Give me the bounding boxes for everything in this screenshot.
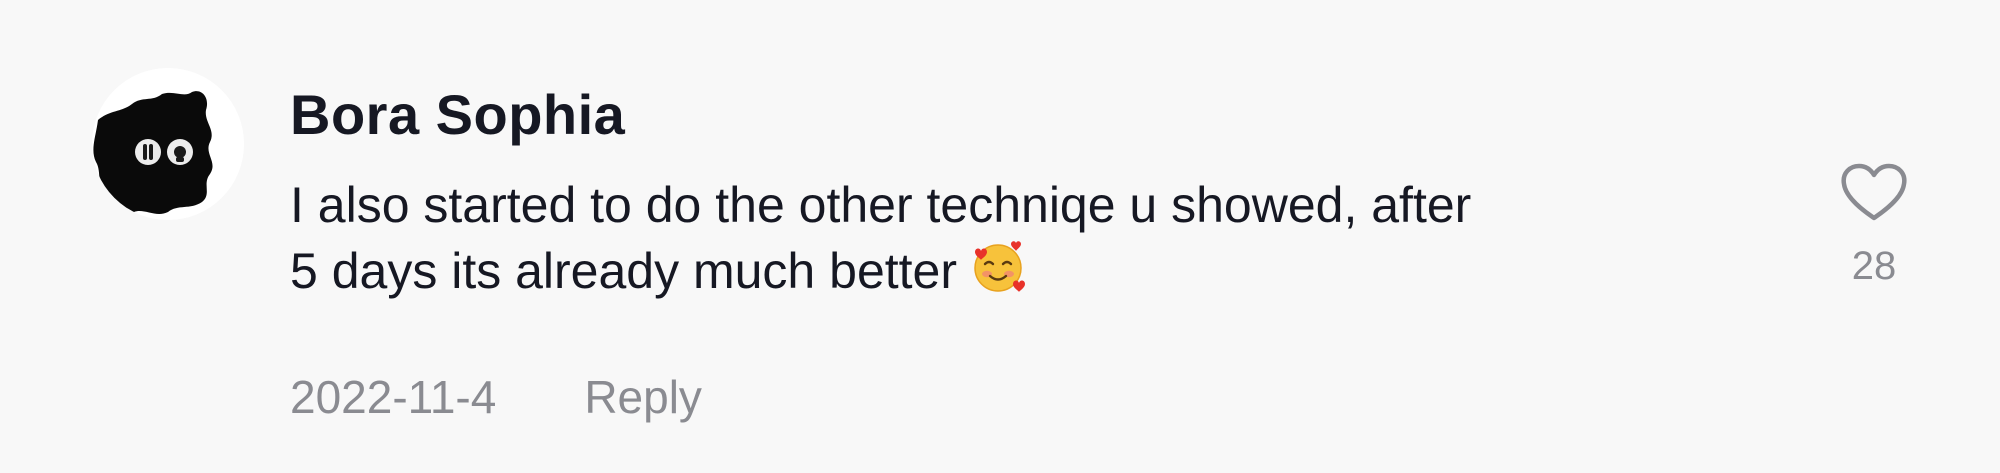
comment-meta: 2022-11-4 Reply bbox=[290, 370, 702, 424]
comment-text-line-2-text: 5 days its already much better bbox=[290, 243, 957, 299]
smiling-face-with-hearts-icon bbox=[969, 238, 1027, 312]
like-button[interactable]: 28 bbox=[1834, 162, 1914, 289]
avatar[interactable] bbox=[92, 68, 244, 220]
comment-item: Bora Sophia I also started to do the oth… bbox=[0, 0, 2000, 473]
comment-text: I also started to do the other techniqe … bbox=[290, 172, 1750, 312]
like-count: 28 bbox=[1851, 244, 1897, 288]
reply-button[interactable]: Reply bbox=[584, 371, 702, 423]
comment-text-line-2: 5 days its already much better bbox=[290, 238, 1750, 312]
comment-date: 2022-11-4 bbox=[290, 371, 497, 423]
avatar-image bbox=[92, 68, 244, 220]
heart-outline-icon bbox=[1841, 163, 1907, 221]
comment-text-line-1: I also started to do the other techniqe … bbox=[290, 177, 1472, 233]
username[interactable]: Bora Sophia bbox=[290, 82, 625, 147]
